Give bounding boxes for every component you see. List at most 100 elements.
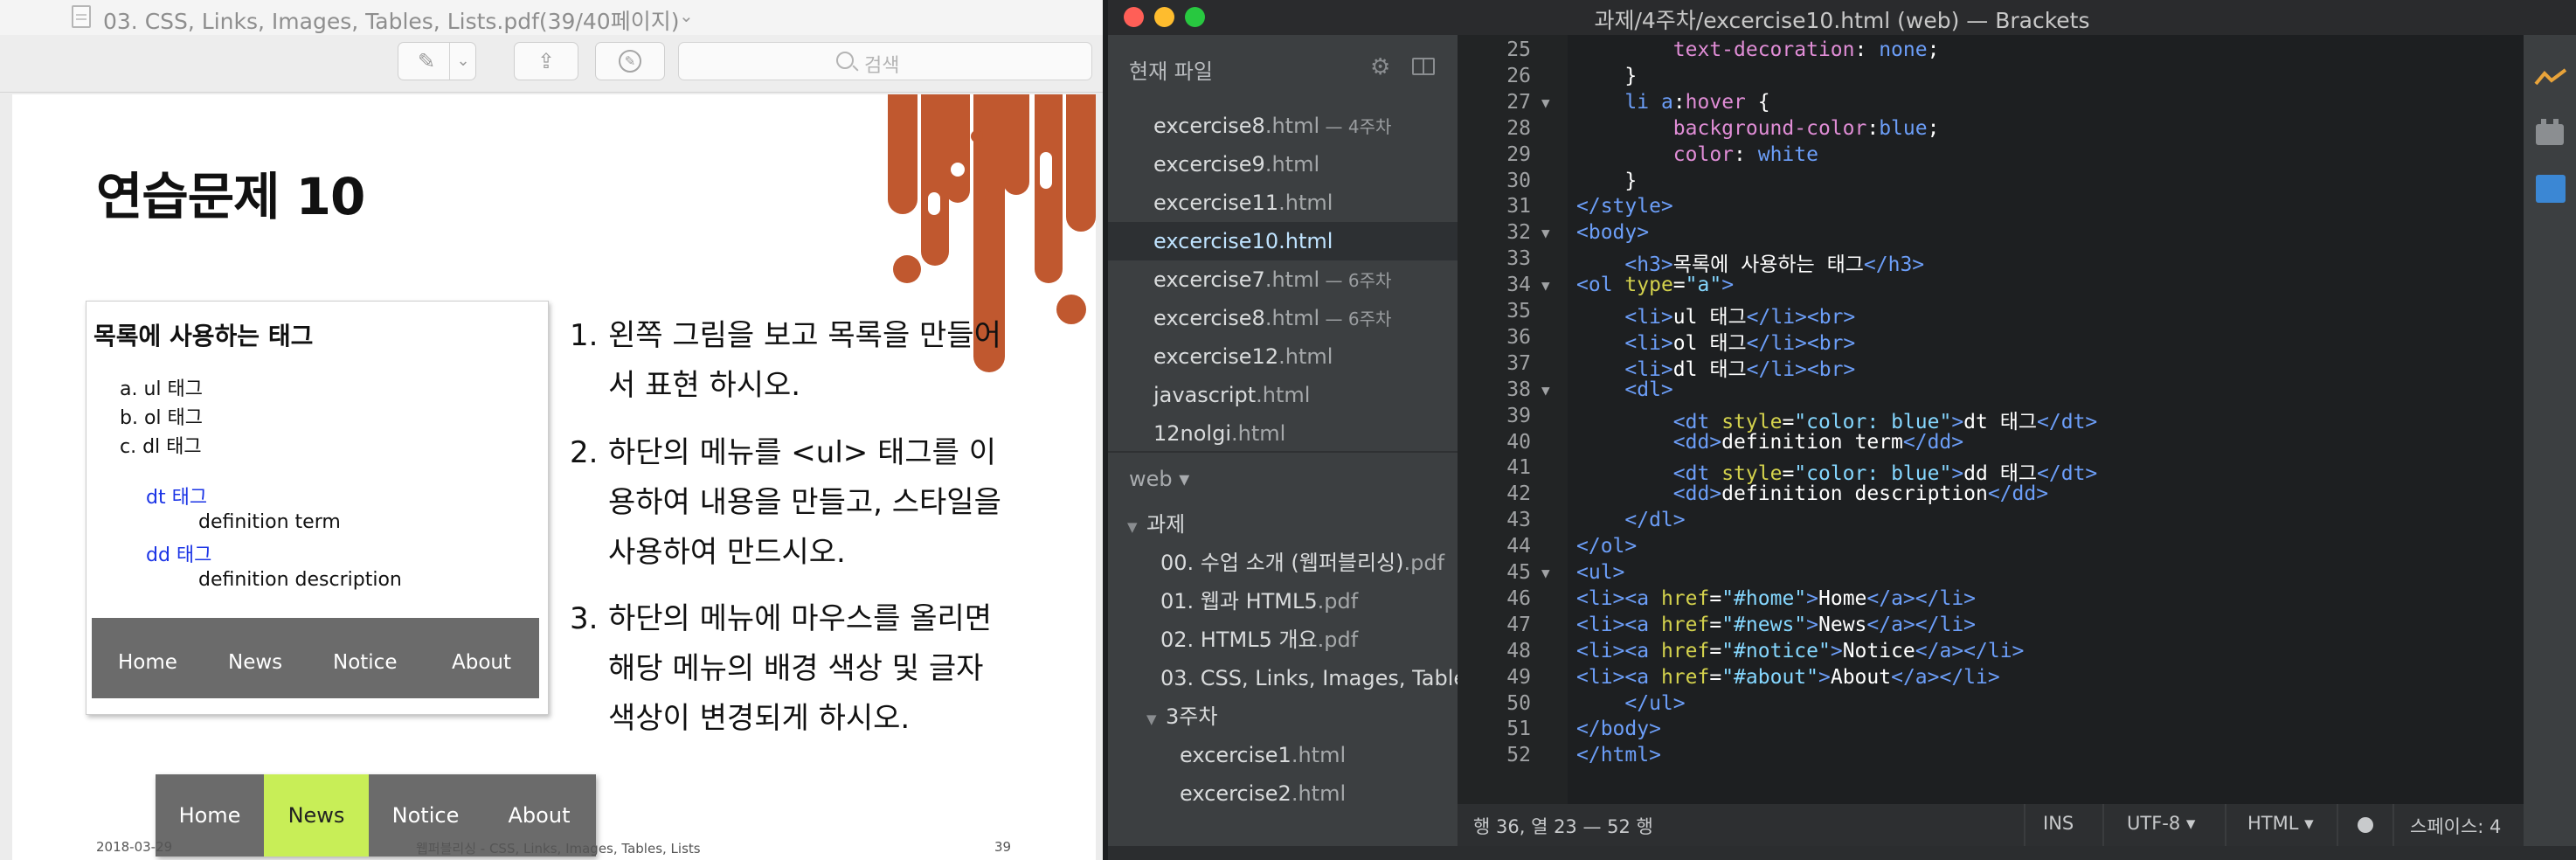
sample-dt: dt 태그	[146, 487, 208, 509]
working-file-item[interactable]: excercise8.html — 6주차	[1108, 299, 1458, 337]
working-file-item[interactable]: javascript.html	[1108, 376, 1458, 414]
file-dir: — 6주차	[1319, 270, 1392, 291]
sample-menu-item: About	[452, 651, 512, 674]
sidebar: 현재 파일 ⚙ excercise8.html — 4주차 excercise9.…	[1108, 35, 1458, 860]
code-line[interactable]: <li><a href="#notice">Notice</a></li>	[1576, 640, 2024, 662]
document-icon	[72, 5, 91, 28]
code-line[interactable]: <dd>definition description</dd>	[1576, 482, 2048, 505]
indent-setting[interactable]: 스페이스: 4	[2410, 813, 2501, 839]
chevron-down-icon[interactable]: ⌄	[451, 43, 475, 80]
language-dropdown[interactable]: HTML ▾	[2247, 813, 2314, 834]
code-line[interactable]: <dt style="color: blue">dd 태그</dt>	[1576, 456, 2098, 486]
search-field[interactable]: 검색	[678, 42, 1092, 80]
chevron-down-icon[interactable]: ⌄	[679, 5, 694, 26]
code-line[interactable]: <li><a href="#about">About</a></li>	[1576, 666, 2000, 689]
instruction-text: 왼쪽 그림을 보고 목록을 만들어서 표현 하시오.	[608, 318, 1001, 403]
sample-menu-item: Notice	[333, 651, 398, 674]
tree-label: excercise1	[1180, 743, 1291, 767]
code-line[interactable]: <li>ol 태그</li><br>	[1576, 326, 1855, 356]
code-line[interactable]: background-color:blue;	[1576, 117, 1940, 140]
encoding-dropdown[interactable]: UTF-8 ▾	[2127, 813, 2195, 834]
project-dropdown[interactable]: web ▾	[1129, 467, 1189, 491]
split-view-icon[interactable]	[1412, 58, 1435, 75]
tree-file[interactable]: 03. CSS, Links, Images, Table	[1108, 659, 1458, 697]
markup-button[interactable]: ✎	[595, 42, 665, 80]
file-ext: .html	[1264, 306, 1320, 330]
lint-status-icon[interactable]	[2358, 817, 2373, 833]
line-number: 52	[1506, 744, 1531, 767]
instruction-text: 하단의 메뉴에 마우스를 올리면 해당 메뉴의 배경 색상 및 글자 색상이 변…	[608, 601, 993, 736]
working-file-item[interactable]: excercise7.html — 6주차	[1108, 260, 1458, 299]
insert-mode[interactable]: INS	[2043, 813, 2074, 834]
working-file-item[interactable]: excercise12.html	[1108, 337, 1458, 376]
tree-folder[interactable]: ▼ 과제	[1108, 505, 1458, 544]
code-line[interactable]: <li><a href="#news">News</a></li>	[1576, 614, 1976, 636]
file-ext: .html	[1278, 344, 1333, 369]
code-line[interactable]: </ul>	[1576, 692, 1685, 715]
code-line[interactable]: <h3>목록에 사용하는 태그</h3>	[1576, 247, 1924, 277]
fold-toggle-icon[interactable]: ▼	[1541, 382, 1550, 399]
code-line[interactable]: </html>	[1576, 744, 1661, 766]
code-editor[interactable]: 25 26 27 ▼ 28 29 30 31 32 ▼ 33 34 ▼ 35 36 37 38 ▼ 39 40 41 42…	[1458, 35, 2524, 804]
code-line[interactable]: </style>	[1576, 195, 1673, 218]
line-number: 45	[1506, 561, 1531, 584]
working-file-item[interactable]: 12nolgi.html	[1108, 414, 1458, 453]
working-file-item[interactable]: excercise11.html	[1108, 184, 1458, 222]
code-line[interactable]: </dl>	[1576, 509, 1685, 531]
tree-label: excercise2	[1180, 781, 1291, 806]
code-line[interactable]: <dl>	[1576, 378, 1672, 401]
instruction-number: 2.	[570, 435, 599, 470]
tree-file[interactable]: 02. HTML5 개요.pdf	[1108, 621, 1458, 659]
sample-menu-item-active: News	[264, 774, 369, 857]
annotate-button[interactable]: ✎ ⌄	[398, 42, 476, 80]
code-line[interactable]: <li>ul 태그</li><br>	[1576, 300, 1855, 329]
working-file-item[interactable]: excercise8.html — 4주차	[1108, 107, 1458, 145]
file-ext: .html	[1264, 152, 1320, 177]
tree-file[interactable]: excercise2.html	[1108, 774, 1458, 813]
line-number: 38	[1506, 378, 1531, 401]
tree-file[interactable]: excercise1.html	[1108, 736, 1458, 774]
code-line[interactable]: <li>dl 태그</li><br>	[1576, 352, 1855, 382]
disclosure-triangle-icon[interactable]: ▼	[1127, 508, 1146, 544]
search-icon	[836, 52, 854, 69]
extension-manager-icon[interactable]	[2536, 119, 2564, 145]
code-line[interactable]: text-decoration: none;	[1576, 38, 1940, 61]
code-line[interactable]: </ol>	[1576, 535, 1637, 558]
pen-icon: ✎	[417, 49, 436, 73]
cursor-position[interactable]: 행 36, 열 23 — 52 행	[1473, 813, 1653, 839]
fold-toggle-icon[interactable]: ▼	[1541, 565, 1550, 581]
code-line[interactable]: li a:hover {	[1576, 91, 1769, 114]
code-line[interactable]: <dd>definition term</dd>	[1576, 431, 1963, 454]
live-preview-icon[interactable]	[2534, 66, 2567, 87]
line-number: 44	[1506, 535, 1531, 558]
working-file-item[interactable]: excercise10.html	[1108, 222, 1458, 260]
disclosure-triangle-icon[interactable]: ▼	[1146, 700, 1166, 736]
fold-toggle-icon[interactable]: ▼	[1541, 94, 1550, 111]
code-line[interactable]: }	[1576, 65, 1637, 87]
code-line[interactable]: <ul>	[1576, 561, 1624, 584]
code-line[interactable]: <dt style="color: blue">dt 태그</dt>	[1576, 405, 2098, 434]
code-line[interactable]: color: white	[1576, 143, 1818, 166]
code-line[interactable]: <li><a href="#home">Home</a></li>	[1576, 587, 1976, 610]
gear-icon[interactable]: ⚙	[1370, 54, 1390, 80]
tree-file[interactable]: 00. 수업 소개 (웹퍼블리싱).pdf	[1108, 544, 1458, 582]
file-ext: .html	[1231, 421, 1286, 446]
line-number: 34	[1506, 274, 1531, 297]
fold-toggle-icon[interactable]: ▼	[1541, 225, 1550, 241]
line-number: 51	[1506, 718, 1531, 741]
tree-file[interactable]: 01. 웹과 HTML5.pdf	[1108, 582, 1458, 621]
extension-icon[interactable]	[2536, 175, 2566, 203]
code-line[interactable]: <body>	[1576, 221, 1649, 244]
code-line[interactable]: }	[1576, 170, 1637, 192]
code-line[interactable]: <ol type="a">	[1576, 274, 1734, 296]
fold-toggle-icon[interactable]: ▼	[1541, 277, 1550, 294]
brackets-window: 과제/4주차/excercise10.html (web) — Brackets…	[1108, 0, 2576, 860]
tree-folder[interactable]: ▼ 3주차	[1108, 697, 1458, 736]
code-line[interactable]: </body>	[1576, 718, 1661, 740]
working-file-item[interactable]: excercise9.html	[1108, 145, 1458, 184]
share-button[interactable]: ⇪	[514, 42, 578, 80]
pdf-title[interactable]: 03. CSS, Links, Images, Tables, Lists.pd…	[103, 4, 679, 36]
file-name: 12nolgi	[1153, 421, 1232, 446]
line-number: 27	[1506, 90, 1531, 114]
tree-label: 01. 웹과 HTML5	[1160, 589, 1318, 614]
